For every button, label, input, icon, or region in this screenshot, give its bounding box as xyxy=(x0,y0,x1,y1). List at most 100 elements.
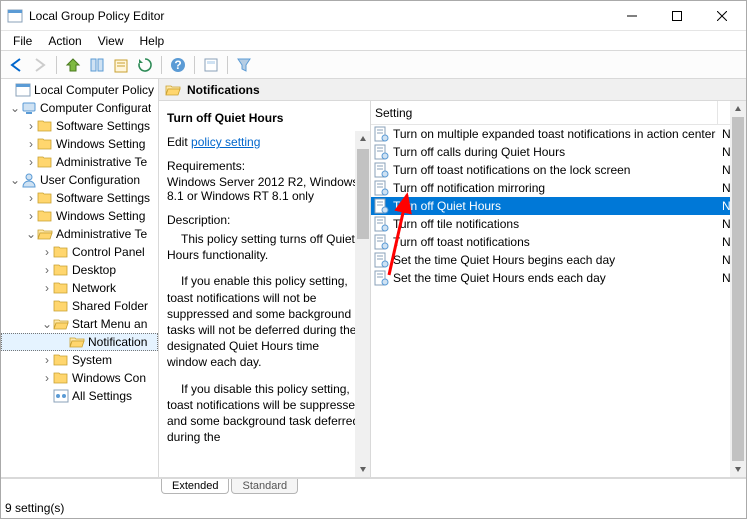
refresh-button[interactable] xyxy=(134,54,156,76)
expand-icon[interactable]: › xyxy=(41,372,53,384)
minimize-button[interactable] xyxy=(609,2,654,30)
setting-row[interactable]: Turn off tile notificationsNo xyxy=(371,215,746,233)
navigation-tree[interactable]: Local Computer Policy ⌄Computer Configur… xyxy=(1,79,159,477)
list-scrollbar[interactable] xyxy=(730,101,746,477)
column-header[interactable]: Setting xyxy=(371,101,746,125)
expand-icon[interactable]: › xyxy=(25,156,37,168)
description-scrollbar[interactable] xyxy=(355,131,371,477)
settings-list: Setting Turn on multiple expanded toast … xyxy=(371,101,746,477)
scroll-down-button[interactable] xyxy=(355,461,371,477)
setting-row[interactable]: Turn off toast notifications on the lock… xyxy=(371,161,746,179)
tree-item[interactable]: ›Windows Setting xyxy=(1,135,158,153)
setting-icon xyxy=(373,216,389,232)
collapse-icon[interactable]: ⌄ xyxy=(41,318,53,330)
tree-all-settings[interactable]: All Settings xyxy=(1,387,158,405)
expand-icon[interactable]: › xyxy=(25,120,37,132)
folder-icon xyxy=(53,244,69,260)
up-button[interactable] xyxy=(62,54,84,76)
setting-row[interactable]: Turn off toast notificationsNo xyxy=(371,233,746,251)
tree-item[interactable]: ›Windows Con xyxy=(1,369,158,387)
tree-admin-templates[interactable]: ⌄Administrative Te xyxy=(1,225,158,243)
setting-icon xyxy=(373,126,389,142)
expand-icon[interactable]: › xyxy=(25,192,37,204)
scroll-up-button[interactable] xyxy=(355,131,371,147)
folder-icon xyxy=(37,136,53,152)
setting-label: Turn off notification mirroring xyxy=(393,181,718,195)
tree-start-menu[interactable]: ⌄Start Menu an xyxy=(1,315,158,333)
collapse-icon[interactable]: ⌄ xyxy=(9,174,21,186)
setting-icon xyxy=(373,252,389,268)
tree-item[interactable]: ›System xyxy=(1,351,158,369)
forward-button[interactable] xyxy=(29,54,51,76)
tree-item[interactable]: ›Network xyxy=(1,279,158,297)
folder-open-icon xyxy=(53,316,69,332)
folder-icon xyxy=(53,370,69,386)
filter-button[interactable] xyxy=(233,54,255,76)
setting-label: Set the time Quiet Hours ends each day xyxy=(393,271,718,285)
expand-icon[interactable]: › xyxy=(25,138,37,150)
setting-label: Turn off toast notifications on the lock… xyxy=(393,163,718,177)
setting-row[interactable]: Turn off notification mirroringNo xyxy=(371,179,746,197)
folder-icon xyxy=(53,280,69,296)
window-title: Local Group Policy Editor xyxy=(29,9,609,23)
status-bar: 9 setting(s) xyxy=(1,498,746,518)
requirements-text: Windows Server 2012 R2, Windows 8.1 or W… xyxy=(167,175,362,203)
scroll-thumb[interactable] xyxy=(357,149,369,239)
menu-file[interactable]: File xyxy=(5,32,40,50)
tree-notifications[interactable]: Notification xyxy=(1,333,158,351)
scroll-down-button[interactable] xyxy=(730,461,746,477)
collapse-icon[interactable]: ⌄ xyxy=(9,102,21,114)
tree-item[interactable]: ›Windows Setting xyxy=(1,207,158,225)
expand-icon[interactable]: › xyxy=(25,210,37,222)
menu-action[interactable]: Action xyxy=(40,32,89,50)
setting-row[interactable]: Turn off Quiet HoursNo xyxy=(371,197,746,215)
tab-extended[interactable]: Extended xyxy=(161,479,229,494)
setting-label: Turn on multiple expanded toast notifica… xyxy=(393,127,718,141)
close-button[interactable] xyxy=(699,2,744,30)
tree-item[interactable]: ›Desktop xyxy=(1,261,158,279)
tree-item[interactable]: ›Software Settings xyxy=(1,117,158,135)
setting-row[interactable]: Turn on multiple expanded toast notifica… xyxy=(371,125,746,143)
expand-icon[interactable]: › xyxy=(41,246,53,258)
show-hide-tree-button[interactable] xyxy=(86,54,108,76)
back-button[interactable] xyxy=(5,54,27,76)
help-button[interactable] xyxy=(167,54,189,76)
scroll-up-button[interactable] xyxy=(730,101,746,117)
menu-bar: File Action View Help xyxy=(1,31,746,51)
show-button[interactable] xyxy=(200,54,222,76)
collapse-icon[interactable]: ⌄ xyxy=(25,228,37,240)
expand-icon[interactable]: › xyxy=(41,264,53,276)
edit-label: Edit xyxy=(167,135,188,149)
tree-computer-config[interactable]: ⌄Computer Configurat xyxy=(1,99,158,117)
content-area: Notifications Turn off Quiet Hours Edit … xyxy=(159,79,746,477)
tree-item[interactable]: Shared Folder xyxy=(1,297,158,315)
tree-item[interactable]: ›Administrative Te xyxy=(1,153,158,171)
separator xyxy=(161,56,162,74)
menu-help[interactable]: Help xyxy=(132,32,173,50)
tree-item[interactable]: ›Control Panel xyxy=(1,243,158,261)
properties-button[interactable] xyxy=(110,54,132,76)
folder-open-icon xyxy=(69,334,85,350)
setting-icon xyxy=(373,234,389,250)
location-title: Notifications xyxy=(187,83,260,97)
column-setting[interactable]: Setting xyxy=(371,101,718,124)
description-heading: Description: xyxy=(167,213,362,227)
scroll-thumb[interactable] xyxy=(732,117,744,461)
title-bar: Local Group Policy Editor xyxy=(1,1,746,31)
folder-icon xyxy=(53,352,69,368)
setting-row[interactable]: Set the time Quiet Hours begins each day… xyxy=(371,251,746,269)
selected-policy-name: Turn off Quiet Hours xyxy=(167,111,362,125)
tree-item[interactable]: ›Software Settings xyxy=(1,189,158,207)
maximize-button[interactable] xyxy=(654,2,699,30)
tree-user-config[interactable]: ⌄User Configuration xyxy=(1,171,158,189)
edit-policy-link[interactable]: policy setting xyxy=(191,135,260,149)
setting-icon xyxy=(373,144,389,160)
setting-label: Turn off tile notifications xyxy=(393,217,718,231)
tab-standard[interactable]: Standard xyxy=(231,479,298,494)
expand-icon[interactable]: › xyxy=(41,282,53,294)
menu-view[interactable]: View xyxy=(90,32,132,50)
setting-row[interactable]: Set the time Quiet Hours ends each dayNo xyxy=(371,269,746,287)
expand-icon[interactable]: › xyxy=(41,354,53,366)
tree-root[interactable]: Local Computer Policy xyxy=(1,81,158,99)
setting-row[interactable]: Turn off calls during Quiet HoursNo xyxy=(371,143,746,161)
